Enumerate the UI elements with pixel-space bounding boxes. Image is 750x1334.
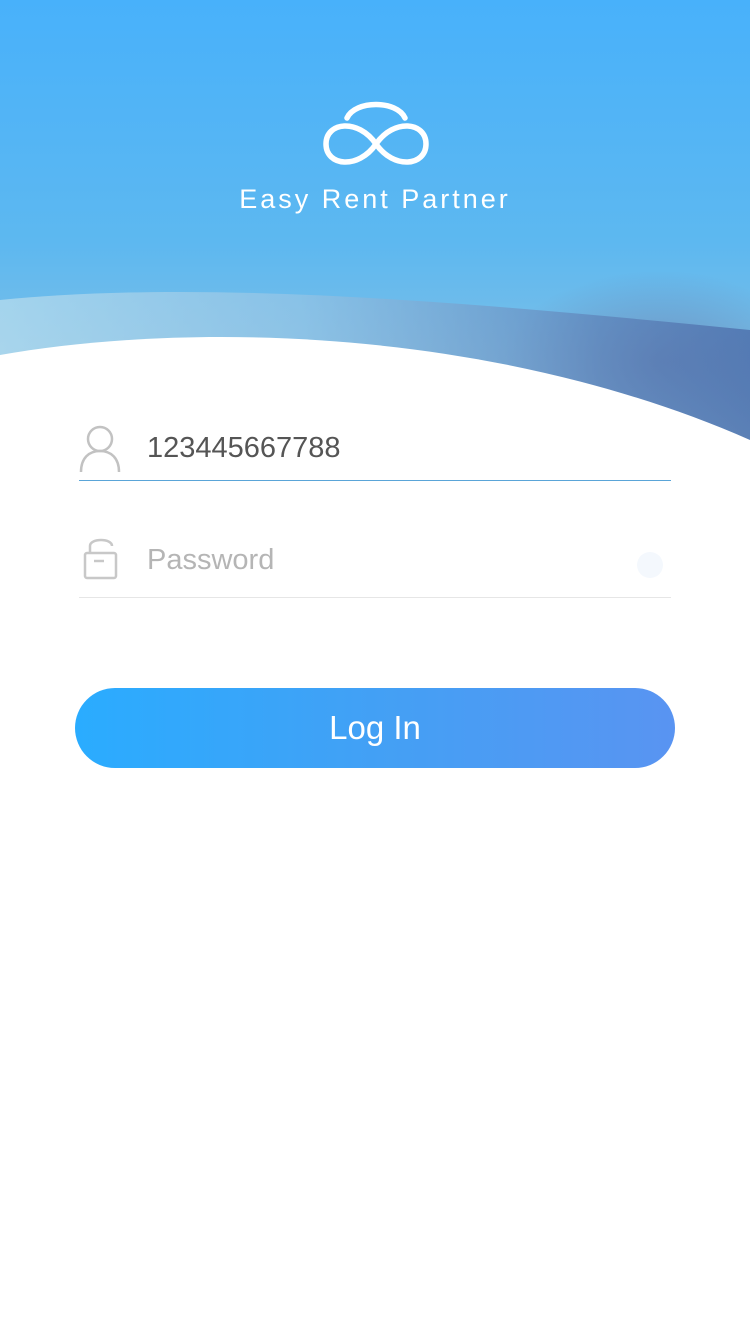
user-icon xyxy=(79,425,121,472)
infinity-cloud-logo-icon xyxy=(323,101,429,165)
password-field[interactable] xyxy=(79,530,671,598)
lock-icon xyxy=(83,538,118,580)
header-banner: Easy Rent Partner xyxy=(0,0,750,440)
eye-toggle-icon[interactable] xyxy=(637,552,663,578)
app-name: Easy Rent Partner xyxy=(239,184,511,214)
username-input[interactable] xyxy=(147,432,627,465)
login-button[interactable]: Log In xyxy=(75,688,675,768)
header-background xyxy=(0,0,750,440)
password-input[interactable] xyxy=(147,544,627,577)
username-field[interactable] xyxy=(79,420,671,481)
